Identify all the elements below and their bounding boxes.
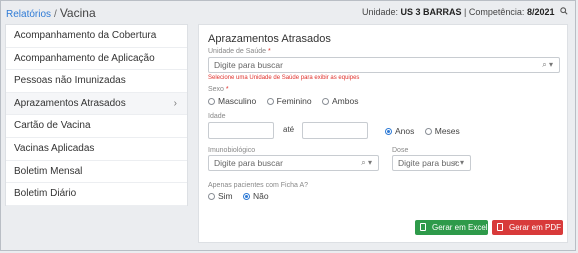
- ficha-label: Apenas pacientes com Ficha A?: [208, 182, 309, 189]
- competencia-label: Competência:: [468, 7, 525, 17]
- idade-max-input[interactable]: [302, 122, 368, 139]
- report-menu: Acompanhamento da Cobertura Acompanhamen…: [5, 24, 188, 206]
- menu-item-acompanhamento-cobertura[interactable]: Acompanhamento da Cobertura: [6, 25, 187, 48]
- sexo-label: Sexo *: [208, 86, 229, 93]
- search-icon[interactable]: [560, 7, 568, 17]
- imuno-label: Imunobiológico: [208, 147, 256, 154]
- ficha-radio-group: Sim Não: [208, 191, 277, 201]
- ficha-option-sim[interactable]: Sim: [208, 191, 233, 201]
- menu-item-vacinas-aplicadas[interactable]: Vacinas Aplicadas: [6, 138, 187, 161]
- search-dropdown-icon[interactable]: ⌕ ▾: [361, 156, 372, 170]
- imuno-placeholder: Digite para buscar: [214, 158, 283, 168]
- menu-item-label: Pessoas não Imunizadas: [14, 75, 126, 87]
- idade-ate-label: até: [283, 125, 295, 134]
- unit-value: US 3 BARRAS: [400, 7, 462, 17]
- menu-item-boletim-diario[interactable]: Boletim Diário: [6, 183, 187, 206]
- excel-file-icon: [420, 223, 426, 231]
- unidade-placeholder: Digite para buscar: [214, 60, 283, 70]
- breadcrumb-link-relatorios[interactable]: Relatórios: [6, 9, 51, 20]
- unidade-label: Unidade de Saúde *: [208, 48, 271, 55]
- sexo-option-masculino[interactable]: Masculino: [208, 96, 256, 106]
- chevron-right-icon: ›: [173, 97, 177, 109]
- unidade-input[interactable]: Digite para buscar ⌕ ▾: [208, 57, 560, 73]
- idade-unit-radio-group: Anos Meses: [385, 126, 468, 136]
- competencia-value: 8/2021: [526, 7, 555, 17]
- breadcrumb-separator: /: [54, 9, 57, 20]
- idade-unit-meses[interactable]: Meses: [424, 126, 460, 136]
- idade-min-input[interactable]: [208, 122, 274, 139]
- top-bar: Relatórios / Vacina Unidade: US 3 BARRAS |…: [0, 0, 578, 24]
- menu-item-label: Boletim Diário: [14, 188, 77, 200]
- search-dropdown-icon[interactable]: ⌕ ▾: [453, 156, 464, 170]
- sexo-radio-group: Masculino Feminino Ambos: [208, 96, 366, 106]
- menu-item-pessoas-nao-imunizadas[interactable]: Pessoas não Imunizadas: [6, 70, 187, 93]
- radio-icon: [208, 98, 215, 105]
- menu-item-label: Vacinas Aplicadas: [14, 142, 95, 154]
- idade-unit-anos[interactable]: Anos: [385, 126, 414, 136]
- dose-label: Dose: [392, 147, 409, 154]
- menu-item-aprazamentos-atrasados[interactable]: Aprazamentos Atrasados ›: [6, 92, 187, 116]
- menu-item-boletim-mensal[interactable]: Boletim Mensal: [6, 161, 187, 184]
- form-panel: Aprazamentos Atrasados Unidade de Saúde …: [198, 24, 568, 243]
- menu-item-label: Acompanhamento de Aplicação: [14, 52, 155, 64]
- radio-icon: [266, 98, 274, 105]
- sexo-option-feminino[interactable]: Feminino: [266, 96, 312, 106]
- menu-item-cartao-vacina[interactable]: Cartão de Vacina: [6, 115, 187, 138]
- generate-pdf-button[interactable]: Gerar em PDF: [492, 220, 563, 235]
- radio-icon: [208, 193, 215, 200]
- breadcrumb-current: Vacina: [59, 6, 96, 20]
- pdf-file-icon: [497, 223, 503, 231]
- menu-item-label: Aprazamentos Atrasados: [14, 97, 126, 109]
- radio-icon: [424, 128, 432, 135]
- radio-icon: [322, 98, 329, 105]
- dose-placeholder: Digite para busc: [398, 158, 460, 168]
- sexo-option-ambos[interactable]: Ambos: [322, 96, 358, 106]
- breadcrumb: Relatórios / Vacina: [6, 6, 96, 20]
- radio-checked-icon: [243, 193, 251, 200]
- dose-input[interactable]: Digite para busc ⌕ ▾: [392, 155, 471, 171]
- ficha-option-nao[interactable]: Não: [243, 191, 269, 201]
- idade-label: Idade: [208, 113, 226, 120]
- generate-excel-button[interactable]: Gerar em Excel: [415, 220, 488, 235]
- radio-checked-icon: [385, 128, 392, 135]
- unidade-error: Selecione uma Unidade de Saúde para exib…: [208, 75, 360, 81]
- menu-item-label: Acompanhamento da Cobertura: [14, 30, 157, 41]
- imuno-input[interactable]: Digite para buscar ⌕ ▾: [208, 155, 379, 171]
- menu-item-acompanhamento-aplicacao[interactable]: Acompanhamento de Aplicação: [6, 48, 187, 71]
- form-title: Aprazamentos Atrasados: [208, 33, 331, 45]
- menu-item-label: Cartão de Vacina: [14, 120, 91, 132]
- header-context: Unidade: US 3 BARRAS | Competência: 8/20…: [362, 7, 568, 17]
- required-mark: *: [225, 86, 229, 93]
- unit-label: Unidade:: [361, 7, 398, 17]
- search-dropdown-icon[interactable]: ⌕ ▾: [542, 58, 553, 72]
- required-mark: *: [267, 48, 271, 55]
- menu-item-label: Boletim Mensal: [14, 165, 83, 177]
- header-separator: |: [464, 7, 467, 17]
